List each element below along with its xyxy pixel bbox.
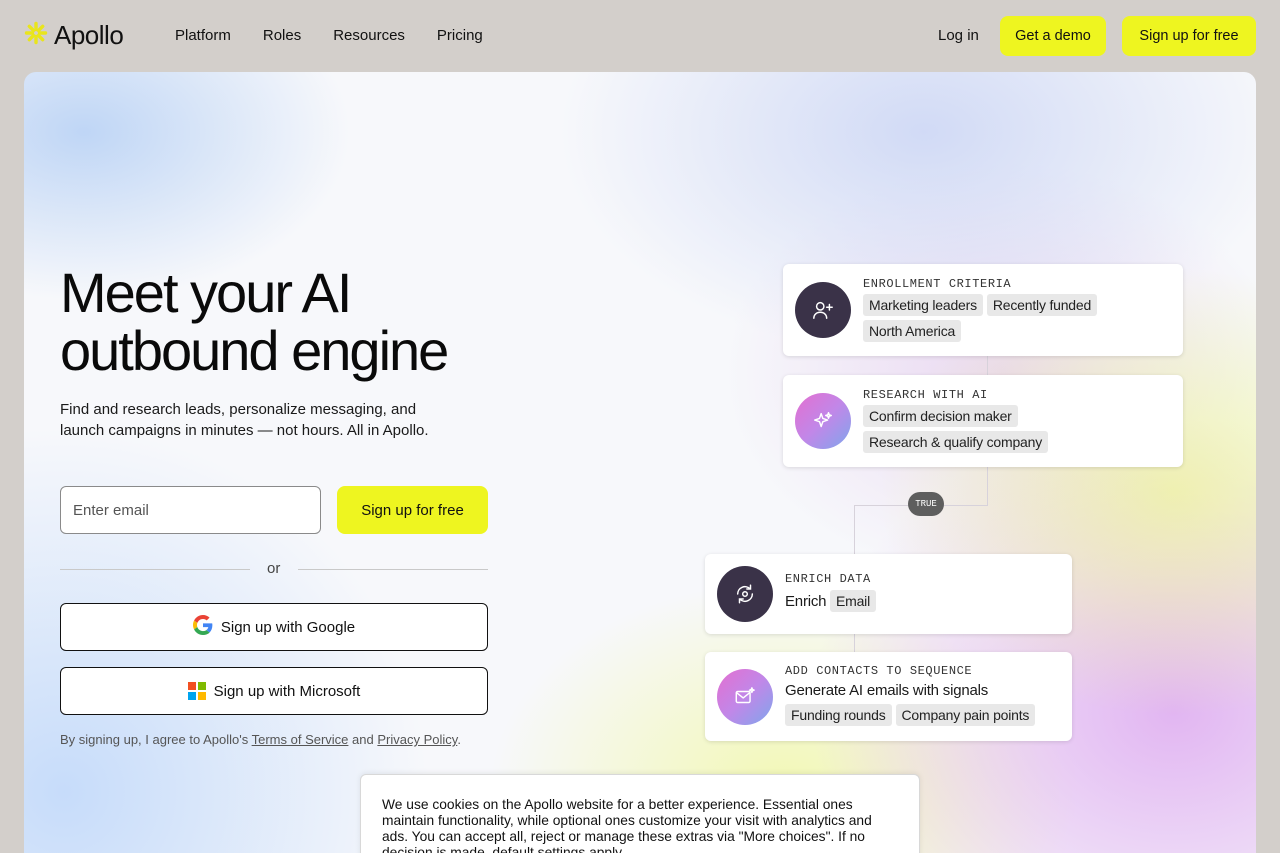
research-ai-card: RESEARCH WITH AI Confirm decision maker … bbox=[783, 375, 1183, 467]
card-title: ENROLLMENT CRITERIA bbox=[863, 277, 1012, 291]
tag-list: Email bbox=[830, 590, 877, 612]
privacy-link[interactable]: Privacy Policy bbox=[377, 732, 457, 747]
enrollment-criteria-card: ENROLLMENT CRITERIA Marketing leaders Re… bbox=[783, 264, 1183, 356]
hero-section: Meet your AI outbound engine Find and re… bbox=[24, 72, 1256, 853]
legal-prefix: By signing up, I agree to Apollo's bbox=[60, 732, 249, 747]
headline-line-2: outbound engine bbox=[60, 319, 449, 382]
top-navigation: Apollo Platform Roles Resources Pricing … bbox=[0, 0, 1280, 72]
or-text: or bbox=[267, 560, 281, 577]
microsoft-button-label: Sign up with Microsoft bbox=[213, 682, 361, 700]
card-title: ENRICH DATA bbox=[785, 572, 871, 586]
tag: Company pain points bbox=[895, 704, 1036, 726]
microsoft-icon bbox=[187, 682, 206, 700]
login-link[interactable]: Log in bbox=[938, 27, 979, 44]
legal-text: By signing up, I agree to Apollo's Terms… bbox=[60, 732, 461, 747]
connector-line bbox=[987, 355, 988, 377]
tag: Research & qualify company bbox=[863, 431, 1048, 453]
microsoft-signup-button[interactable]: Sign up with Microsoft bbox=[60, 667, 488, 715]
headline-line-1: Meet your AI bbox=[60, 261, 352, 324]
hero-subtext: Find and research leads, personalize mes… bbox=[60, 401, 429, 439]
add-to-sequence-card: ADD CONTACTS TO SEQUENCE Generate AI ema… bbox=[705, 652, 1072, 741]
google-button-label: Sign up with Google bbox=[220, 618, 356, 636]
tag-list: Funding rounds Company pain points bbox=[785, 704, 1036, 726]
person-add-icon bbox=[795, 282, 851, 338]
divider-line-right bbox=[298, 569, 488, 570]
card-title: ADD CONTACTS TO SEQUENCE bbox=[785, 664, 973, 678]
legal-and: and bbox=[352, 732, 374, 747]
get-demo-button[interactable]: Get a demo bbox=[1000, 16, 1106, 56]
refresh-search-icon bbox=[717, 566, 773, 622]
logo-text: Apollo bbox=[54, 20, 124, 50]
card-text: Generate AI emails with signals bbox=[785, 682, 989, 699]
tag: Email bbox=[830, 590, 877, 612]
sparkle-icon bbox=[795, 393, 851, 449]
apollo-sunburst-icon bbox=[24, 21, 48, 50]
tag-list: Marketing leaders Recently funded North … bbox=[863, 294, 1123, 342]
card-text: Enrich bbox=[785, 593, 827, 610]
nav-platform[interactable]: Platform bbox=[175, 27, 231, 44]
main-nav: Platform Roles Resources Pricing bbox=[175, 27, 515, 44]
header-signup-button[interactable]: Sign up for free bbox=[1122, 16, 1256, 56]
google-signup-button[interactable]: Sign up with Google bbox=[60, 603, 488, 651]
nav-resources[interactable]: Resources bbox=[333, 27, 405, 44]
or-divider: or bbox=[60, 560, 488, 578]
hero-signup-button[interactable]: Sign up for free bbox=[337, 486, 488, 534]
tag: Marketing leaders bbox=[863, 294, 983, 316]
terms-link[interactable]: Terms of Service bbox=[252, 732, 349, 747]
enrich-data-card: ENRICH DATA Enrich Email bbox=[705, 554, 1072, 634]
google-icon bbox=[192, 615, 213, 639]
connector-line bbox=[987, 466, 988, 506]
connector-line bbox=[854, 505, 855, 555]
cookie-text: We use cookies on the Apollo website for… bbox=[382, 797, 872, 853]
email-input[interactable] bbox=[60, 486, 321, 534]
legal-suffix: . bbox=[457, 732, 461, 747]
mail-sparkle-icon bbox=[717, 669, 773, 725]
hero-headline: Meet your AI outbound engine bbox=[60, 261, 449, 382]
nav-roles[interactable]: Roles bbox=[263, 27, 301, 44]
true-badge: TRUE bbox=[908, 492, 944, 516]
connector-line bbox=[854, 633, 855, 653]
divider-line-left bbox=[60, 569, 250, 570]
nav-pricing[interactable]: Pricing bbox=[437, 27, 483, 44]
cookie-banner: We use cookies on the Apollo website for… bbox=[360, 774, 920, 853]
tag: North America bbox=[863, 320, 962, 342]
tag: Funding rounds bbox=[785, 704, 892, 726]
card-title: RESEARCH WITH AI bbox=[863, 388, 988, 402]
apollo-logo[interactable]: Apollo bbox=[24, 20, 124, 51]
tag: Confirm decision maker bbox=[863, 405, 1018, 427]
tag-list: Confirm decision maker Research & qualif… bbox=[863, 405, 1123, 453]
tag: Recently funded bbox=[986, 294, 1098, 316]
